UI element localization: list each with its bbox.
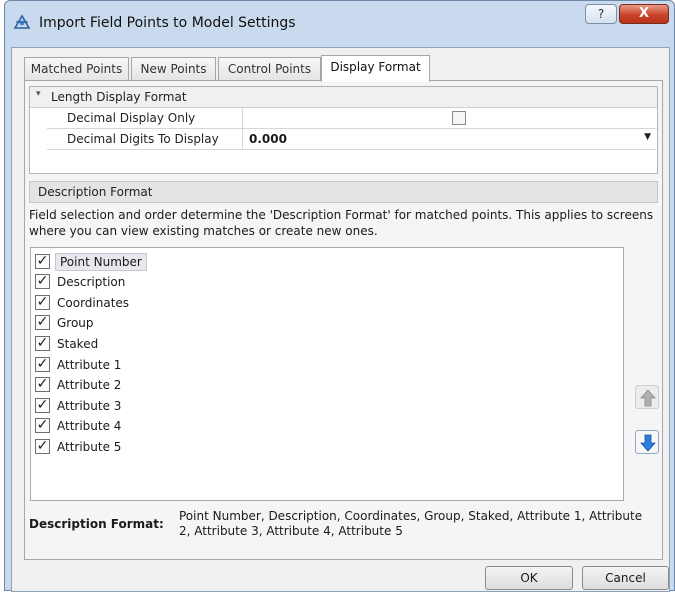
tab-display-format[interactable]: Display Format <box>321 55 430 82</box>
cancel-button[interactable]: Cancel <box>582 566 669 590</box>
property-row-decimal-digits: Decimal Digits To Display 0.000 ▼ <box>47 129 659 150</box>
property-value <box>242 108 658 129</box>
close-icon: X <box>638 6 650 21</box>
dropdown-arrow-icon[interactable]: ▼ <box>644 132 651 142</box>
app-icon <box>13 13 31 31</box>
description-format-summary-value: Point Number, Description, Coordinates, … <box>179 509 643 538</box>
field-label: Coordinates <box>57 296 130 310</box>
decimal-digits-value: 0.000 <box>249 132 287 146</box>
tab-control-points[interactable]: Control Points <box>218 57 321 81</box>
field-checkbox[interactable]: ✓ <box>35 315 50 330</box>
field-label: Attribute 3 <box>57 399 122 413</box>
field-label: Attribute 2 <box>57 378 122 392</box>
help-button[interactable]: ? <box>585 4 617 24</box>
field-label: Point Number <box>55 253 147 271</box>
field-label: Attribute 4 <box>57 419 122 433</box>
dialog-client-area: Matched Points New Points Control Points… <box>11 47 670 592</box>
field-checkbox[interactable]: ✓ <box>35 357 50 372</box>
collapse-triangle-icon[interactable]: ▾ <box>36 89 41 99</box>
field-label: Staked <box>57 337 99 351</box>
ok-button[interactable]: OK <box>485 566 573 590</box>
close-button[interactable]: X <box>619 4 669 24</box>
tab-matched-points[interactable]: Matched Points <box>24 57 129 81</box>
field-checkbox[interactable]: ✓ <box>35 398 50 413</box>
category-length-display-format[interactable]: ▾ Length Display Format <box>30 87 657 108</box>
section-title: Description Format <box>38 185 153 199</box>
field-label: Description <box>57 275 126 289</box>
field-label: Attribute 1 <box>57 358 122 372</box>
property-name: Decimal Digits To Display <box>67 132 219 146</box>
category-label: Length Display Format <box>51 90 187 104</box>
property-name: Decimal Display Only <box>67 111 196 125</box>
description-help-text: Field selection and order determine the … <box>29 208 654 238</box>
field-label: Group <box>57 316 94 330</box>
decimal-digits-dropdown[interactable]: 0.000 ▼ <box>242 129 658 150</box>
field-checkbox[interactable]: ✓ <box>35 377 50 392</box>
move-down-button[interactable] <box>635 430 659 454</box>
arrow-down-icon <box>640 434 656 452</box>
description-format-summary-label: Description Format: <box>29 517 164 531</box>
field-label: Attribute 5 <box>57 440 122 454</box>
tab-new-points[interactable]: New Points <box>131 57 216 81</box>
dialog-window: Import Field Points to Model Settings ? … <box>4 0 675 592</box>
field-order-list[interactable]: ✓ Point Number ✓ Description ✓ Coordinat… <box>30 247 624 501</box>
field-checkbox[interactable]: ✓ <box>35 439 50 454</box>
display-format-panel: ▾ Length Display Format Decimal Display … <box>24 80 663 560</box>
decimal-display-only-checkbox[interactable] <box>452 111 466 125</box>
field-checkbox[interactable]: ✓ <box>35 418 50 433</box>
help-icon: ? <box>597 7 605 21</box>
field-checkbox[interactable]: ✓ <box>35 295 50 310</box>
field-checkbox[interactable]: ✓ <box>35 254 50 269</box>
property-row-decimal-display-only: Decimal Display Only <box>47 108 659 129</box>
field-checkbox[interactable]: ✓ <box>35 336 50 351</box>
property-grid: ▾ Length Display Format Decimal Display … <box>29 86 659 174</box>
description-format-header: Description Format <box>29 181 658 203</box>
arrow-up-icon <box>640 389 656 407</box>
window-title: Import Field Points to Model Settings <box>39 15 296 31</box>
title-bar[interactable]: Import Field Points to Model Settings ? … <box>5 1 674 47</box>
move-up-button[interactable] <box>635 385 659 409</box>
field-checkbox[interactable]: ✓ <box>35 274 50 289</box>
